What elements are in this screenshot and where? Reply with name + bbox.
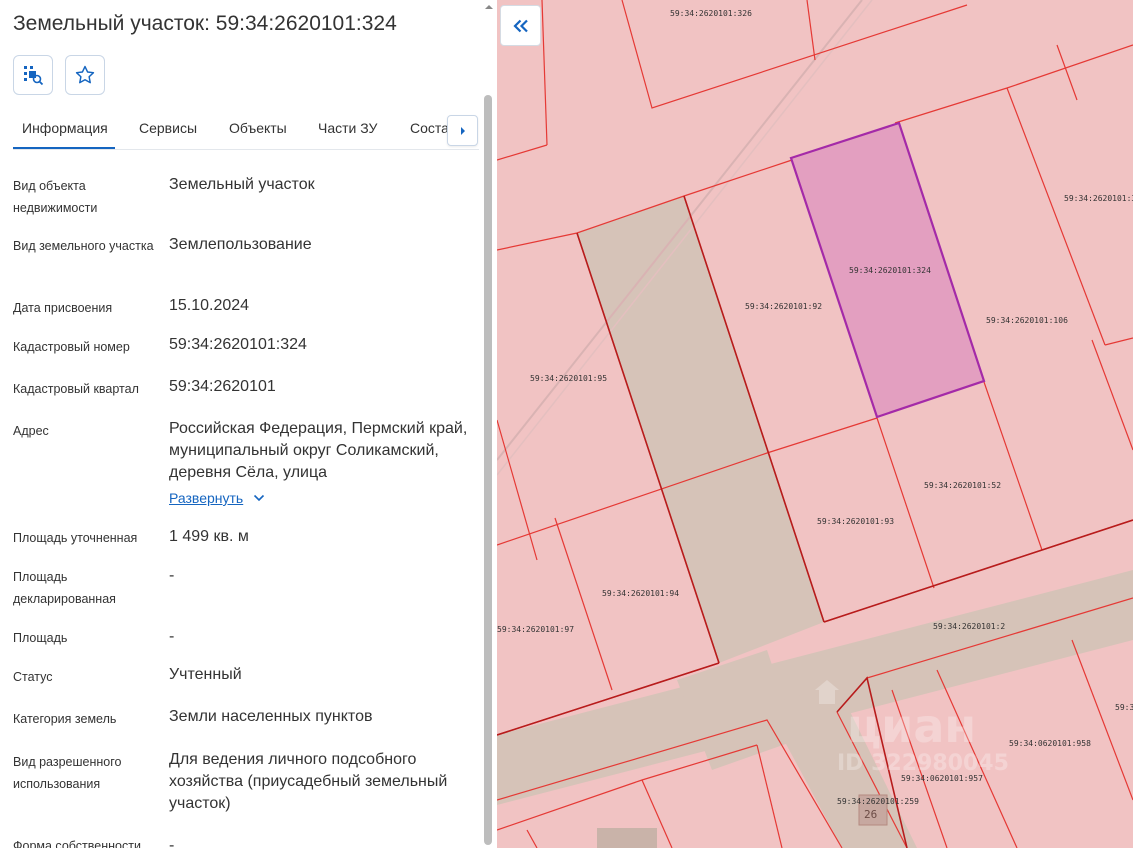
label-object-type: Вид объекта недвижимости [13, 179, 98, 215]
value-object-type: Земельный участок [169, 176, 315, 193]
tab-parts[interactable]: Части ЗУ [318, 120, 377, 136]
parcel-label: 59:34:2620101:93 [817, 517, 894, 526]
parcel-label: 59:34:2620101:52 [924, 481, 1001, 490]
value-permitted-use: Для ведения личного подсобного хозяйства… [169, 751, 448, 812]
value-ownership-form: - [169, 837, 175, 848]
scrollbar-thumb[interactable] [484, 95, 492, 845]
parcel-label: 59:34:2620101:97 [497, 625, 574, 634]
label-ownership-form: Форма собственности [13, 839, 141, 848]
parcel-label: 59:34:2620101:326 [670, 9, 752, 18]
parcel-label: 59:34:2620101:106 [986, 316, 1068, 325]
tab-bar: Информация Сервисы Объекты Части ЗУ Сост… [13, 108, 479, 150]
value-area: - [169, 628, 175, 645]
parcel-label: 59:34:2620101:32 [1064, 194, 1133, 203]
label-status: Статус [13, 670, 53, 684]
value-area-precise: 1 499 кв. м [169, 528, 249, 545]
label-assignment-date: Дата присвоения [13, 301, 113, 315]
tab-objects[interactable]: Объекты [229, 120, 287, 136]
active-tab-indicator [13, 147, 115, 149]
tabs-scroll-right-button[interactable] [447, 115, 478, 146]
parcel-label: 59:34:2620101:2 [933, 622, 1005, 631]
parcel-label: 59:34:0620101:958 [1009, 739, 1091, 748]
value-status: Учтенный [169, 666, 242, 683]
parcel-label: 59:34:2620101:259 [837, 797, 919, 806]
building [597, 828, 657, 848]
cadastral-map[interactable]: 59:34:2620101:326 59:34:2620101:324 59:3… [497, 0, 1133, 848]
parcel-label: 59:34:2620101:95 [530, 374, 607, 383]
value-assignment-date: 15.10.2024 [169, 297, 250, 314]
value-cadastral-number: 59:34:2620101:324 [169, 336, 307, 353]
tab-info[interactable]: Информация [22, 120, 108, 136]
value-area-declared: - [169, 567, 175, 584]
tab-services[interactable]: Сервисы [139, 120, 197, 136]
double-chevron-left-icon [512, 19, 528, 32]
label-cadastral-quarter: Кадастровый квартал [13, 382, 139, 396]
parcel-label: 59:34:2620101:324 [849, 266, 931, 275]
label-permitted-use: Вид разрешенного использования [13, 755, 122, 791]
favorite-button[interactable] [65, 55, 105, 95]
label-area: Площадь [13, 631, 68, 645]
star-icon [75, 65, 95, 84]
value-land-category: Земли населенных пунктов [169, 708, 373, 725]
value-address: Российская Федерация, Пермский край, мун… [169, 420, 468, 481]
info-panel: Земельный участок: 59:34:2620101:324 Инф… [0, 0, 497, 848]
select-search-icon [24, 66, 44, 86]
collapse-panel-button[interactable] [500, 5, 541, 46]
house-number: 26 [864, 808, 877, 821]
label-land-category: Категория земель [13, 712, 117, 726]
label-area-precise: Площадь уточненная [13, 531, 138, 545]
page-title: Земельный участок: 59:34:2620101:324 [13, 12, 397, 35]
label-address: Адрес [13, 424, 49, 438]
parcel-label: 59:34:2620101:92 [745, 302, 822, 311]
parcel-label: 59:3 [1115, 703, 1133, 712]
map-canvas: 59:34:2620101:326 59:34:2620101:324 59:3… [497, 0, 1133, 848]
chevron-down-icon [254, 494, 265, 502]
value-cadastral-quarter: 59:34:2620101 [169, 378, 276, 395]
watermark-id: ID 322980045 [837, 751, 1009, 776]
scroll-up-icon[interactable] [484, 2, 494, 12]
parcel-label: 59:34:2620101:94 [602, 589, 679, 598]
value-land-type: Землепользование [169, 236, 312, 253]
caret-right-icon [460, 126, 465, 135]
label-land-type: Вид земельного участка [13, 239, 154, 253]
label-area-declared: Площадь декларированная [13, 570, 116, 606]
label-cadastral-number: Кадастровый номер [13, 340, 130, 354]
select-on-map-button[interactable] [13, 55, 53, 95]
expand-address-link[interactable]: Развернуть [169, 490, 265, 506]
watermark-brand: циан [847, 699, 976, 753]
expand-label: Развернуть [169, 490, 244, 506]
